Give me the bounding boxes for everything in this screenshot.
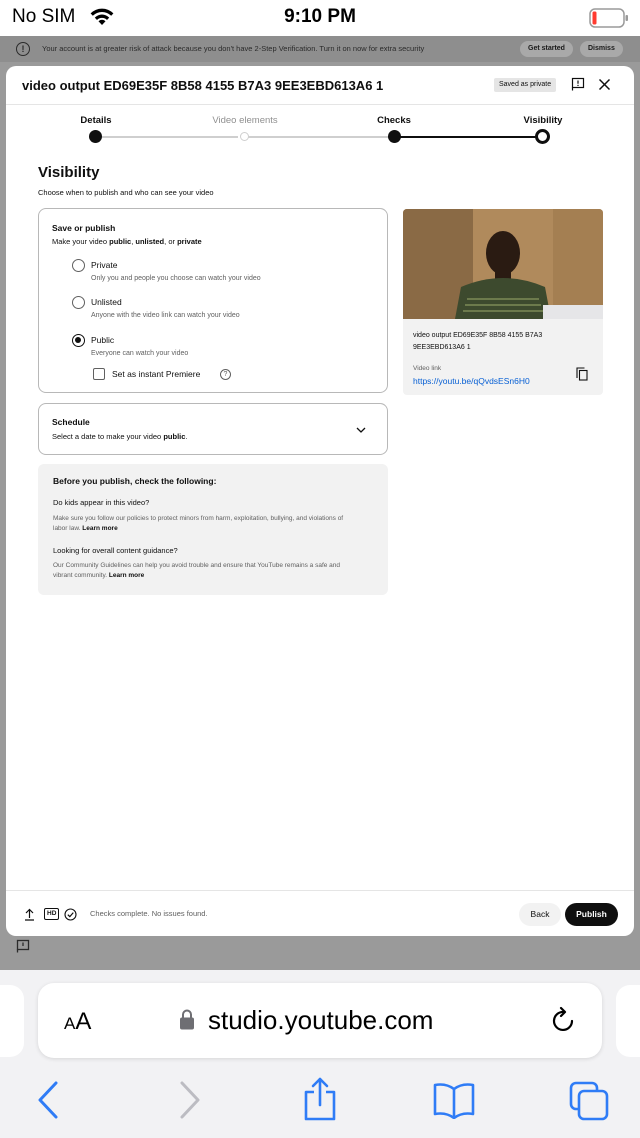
learn-more-link[interactable]: Learn more (82, 525, 117, 532)
chevron-down-icon[interactable] (355, 424, 367, 436)
step-visibility-current-icon (535, 129, 550, 144)
page-subtitle: Choose when to publish and who can see y… (38, 188, 214, 197)
step-connector (400, 136, 540, 138)
warning-icon: ! (16, 42, 30, 56)
help-icon[interactable]: ? (220, 369, 231, 380)
instant-premiere-checkbox[interactable] (93, 368, 105, 380)
next-tab-preview[interactable] (616, 985, 640, 1057)
publish-button[interactable]: Publish (565, 903, 618, 926)
check-circle-icon (64, 908, 77, 921)
clock: 9:10 PM (284, 6, 356, 27)
schedule-card[interactable]: Schedule Select a date to make your vide… (38, 403, 388, 455)
save-or-publish-subtitle: Make your video public, unlisted, or pri… (52, 237, 202, 246)
video-preview-panel: video output ED69E35F 8B58 4155 B7A3 9EE3… (403, 209, 603, 395)
bookmarks-icon[interactable] (432, 1081, 476, 1119)
step-connector (102, 136, 238, 138)
banner-text: Your account is at greater risk of attac… (42, 44, 425, 53)
upload-icon (25, 908, 34, 921)
public-label: Public (91, 335, 115, 345)
back-button[interactable]: Back (519, 903, 561, 926)
hd-icon: HD (44, 908, 60, 920)
private-radio[interactable] (72, 259, 85, 272)
step-video-elements[interactable]: Video elements (195, 115, 295, 126)
header-divider (6, 104, 634, 105)
address-bar[interactable]: AA studio.youtube.com (38, 983, 602, 1058)
save-or-publish-card: Save or publish Make your video public, … (38, 208, 388, 393)
previous-tab-preview[interactable] (0, 985, 24, 1057)
unlisted-label: Unlisted (91, 297, 122, 307)
publish-checklist: Before you publish, check the following:… (38, 464, 388, 595)
footer-divider (6, 890, 634, 891)
step-visibility[interactable]: Visibility (493, 115, 593, 126)
schedule-subtitle: Select a date to make your video public. (52, 432, 188, 441)
instant-premiere-label: Set as instant Premiere (112, 369, 201, 379)
step-checks-complete-icon (388, 130, 401, 143)
checklist-answer: Our Community Guidelines can help you av… (53, 562, 341, 579)
get-started-button[interactable]: Get started (520, 41, 573, 57)
checklist-title: Before you publish, check the following: (53, 476, 217, 486)
step-details[interactable]: Details (46, 115, 146, 126)
close-icon[interactable] (597, 77, 612, 92)
video-thumbnail[interactable] (403, 209, 603, 319)
video-link[interactable]: https://youtu.be/qQvdsESn6H0 (413, 376, 530, 386)
status-bar: No SIM 9:10 PM (0, 0, 640, 36)
url-text: studio.youtube.com (208, 1005, 434, 1035)
preview-video-title: video output ED69E35F 8B58 4155 B7A3 9EE3… (413, 332, 543, 351)
forward-arrow-icon[interactable] (176, 1079, 202, 1121)
copy-icon[interactable] (576, 367, 588, 381)
reload-icon[interactable] (550, 1005, 578, 1035)
unlisted-description: Anyone with the video link can watch you… (91, 312, 240, 319)
step-video-elements-dot (240, 132, 249, 141)
public-description: Everyone can watch your video (91, 350, 189, 357)
tabs-icon[interactable] (568, 1080, 610, 1122)
feedback-icon[interactable] (571, 77, 585, 91)
battery-icon (589, 8, 628, 28)
save-or-publish-title: Save or publish (52, 223, 116, 233)
feedback-icon[interactable] (16, 939, 30, 953)
reader-options-button[interactable]: AA (64, 1008, 91, 1036)
step-checks[interactable]: Checks (344, 115, 444, 126)
step-details-complete-icon (89, 130, 102, 143)
page-title: Visibility (38, 164, 100, 181)
checklist-question: Looking for overall content guidance? (53, 546, 178, 555)
public-radio[interactable] (72, 334, 85, 347)
dismiss-button[interactable]: Dismiss (580, 41, 623, 57)
dialog-title: video output ED69E35F 8B58 4155 B7A3 9EE… (22, 78, 384, 93)
security-banner: ! Your account is at greater risk of att… (0, 36, 640, 62)
upload-dialog: video output ED69E35F 8B58 4155 B7A3 9EE… (6, 66, 634, 936)
saved-status-badge: Saved as private (494, 78, 557, 92)
video-link-label: Video link (413, 365, 442, 372)
back-arrow-icon[interactable] (36, 1079, 62, 1121)
lock-icon (180, 1009, 194, 1030)
checklist-question: Do kids appear in this video? (53, 498, 150, 507)
step-connector (248, 136, 394, 138)
checks-status: Checks complete. No issues found. (90, 909, 208, 918)
share-icon[interactable] (302, 1075, 338, 1123)
unlisted-radio[interactable] (72, 296, 85, 309)
learn-more-link[interactable]: Learn more (109, 572, 144, 579)
checklist-answer: Make sure you follow our policies to pro… (53, 515, 344, 532)
schedule-title: Schedule (52, 417, 90, 427)
private-description: Only you and people you choose can watch… (91, 275, 261, 282)
private-label: Private (91, 260, 118, 270)
